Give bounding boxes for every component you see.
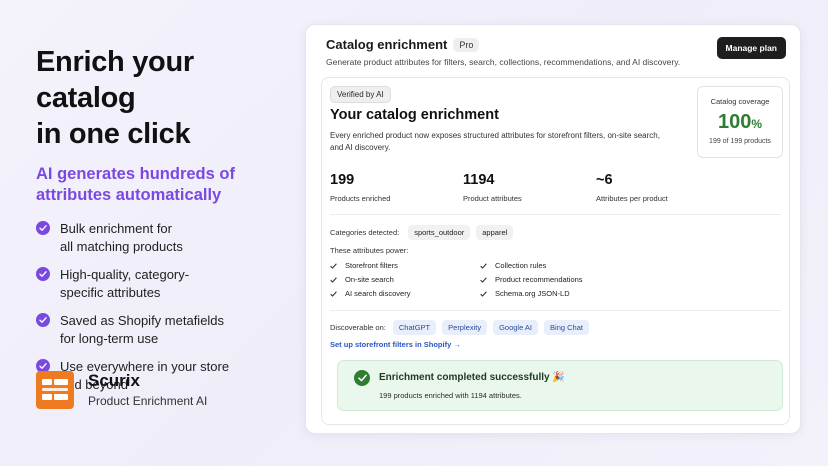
category-chip: sports_outdoor: [408, 225, 471, 240]
discoverable-row: Discoverable on: ChatGPT Perplexity Goog…: [330, 320, 595, 335]
powers-label: These attributes power:: [330, 246, 409, 255]
platform-chip-perplexity: Perplexity: [442, 320, 488, 335]
power-item: Schema.org JSON-LD: [480, 289, 570, 298]
scurix-logo-icon: [36, 371, 74, 409]
verified-badge: Verified by AI: [330, 86, 391, 103]
card-title: Catalog enrichment: [326, 37, 448, 52]
setup-storefront-filters-link[interactable]: Set up storefront filters in Shopify →: [330, 340, 461, 349]
enrichment-summary-panel: Verified by AI Your catalog enrichment E…: [321, 77, 790, 425]
feature-list: Bulk enrichment for all matching product…: [36, 220, 286, 393]
manage-plan-button[interactable]: Manage plan: [716, 37, 786, 59]
checkmark-icon: [330, 290, 337, 297]
hero-section: Enrich your catalog in one click AI gene…: [36, 44, 286, 404]
card-header: Catalog enrichment Pro Generate product …: [326, 37, 786, 67]
category-chip: apparel: [476, 225, 514, 240]
power-item: Product recommendations: [480, 275, 583, 284]
panel-title: Your catalog enrichment: [330, 107, 499, 123]
checkmark-icon: [480, 262, 487, 269]
power-item: On-site search: [330, 275, 394, 284]
hero-subtitle: AI generates hundreds of attributes auto…: [36, 165, 235, 204]
checkmark-icon: [480, 290, 487, 297]
success-check-icon: [354, 370, 370, 386]
feature-item: Bulk enrichment for all matching product…: [36, 220, 286, 255]
check-circle-icon: [36, 267, 50, 281]
coverage-value: 100%: [717, 111, 763, 133]
coverage-sub: 199 of 199 products: [709, 138, 771, 145]
power-item: Collection rules: [480, 261, 546, 270]
checkmark-icon: [480, 276, 487, 283]
success-description: 199 products enriched with 1194 attribut…: [379, 391, 522, 400]
success-title: Enrichment completed successfully 🎉: [379, 372, 565, 383]
stat-products-enriched: 199 Products enriched: [330, 172, 391, 203]
stat-attributes-per-product: ~6 Attributes per product: [596, 172, 668, 203]
divider: [330, 214, 781, 215]
hero-title: Enrich your catalog in one click: [36, 46, 194, 150]
check-circle-icon: [36, 313, 50, 327]
checkmark-icon: [330, 276, 337, 283]
check-circle-icon: [36, 221, 50, 235]
success-banner: Enrichment completed successfully 🎉 199 …: [337, 360, 783, 411]
platform-chip-bing-chat: Bing Chat: [544, 320, 589, 335]
checkmark-icon: [330, 262, 337, 269]
power-item: AI search discovery: [330, 289, 410, 298]
catalog-enrichment-card: Catalog enrichment Pro Generate product …: [305, 24, 801, 434]
panel-description: Every enriched product now exposes struc…: [330, 131, 660, 152]
divider: [330, 310, 781, 311]
categories-row: Categories detected: sports_outdoor appa…: [330, 225, 519, 240]
pro-badge: Pro: [453, 37, 480, 52]
feature-item: Saved as Shopify metafields for long-ter…: [36, 312, 286, 347]
card-description: Generate product attributes for filters,…: [326, 57, 681, 67]
catalog-coverage-box: Catalog coverage 100% 199 of 199 product…: [697, 86, 783, 158]
coverage-label: Catalog coverage: [710, 97, 770, 106]
brand: Scurix Product Enrichment AI: [36, 371, 207, 409]
brand-tagline: Product Enrichment AI: [88, 394, 208, 408]
platform-chip-google-ai: Google AI: [493, 320, 539, 335]
platform-chip-chatgpt: ChatGPT: [392, 320, 437, 335]
feature-item: High-quality, category- specific attribu…: [36, 266, 286, 301]
brand-name: Scurix: [88, 371, 140, 390]
stats-row: 199 Products enriched 1194 Product attri…: [330, 172, 780, 203]
stat-product-attributes: 1194 Product attributes: [463, 172, 522, 203]
power-item: Storefront filters: [330, 261, 398, 270]
